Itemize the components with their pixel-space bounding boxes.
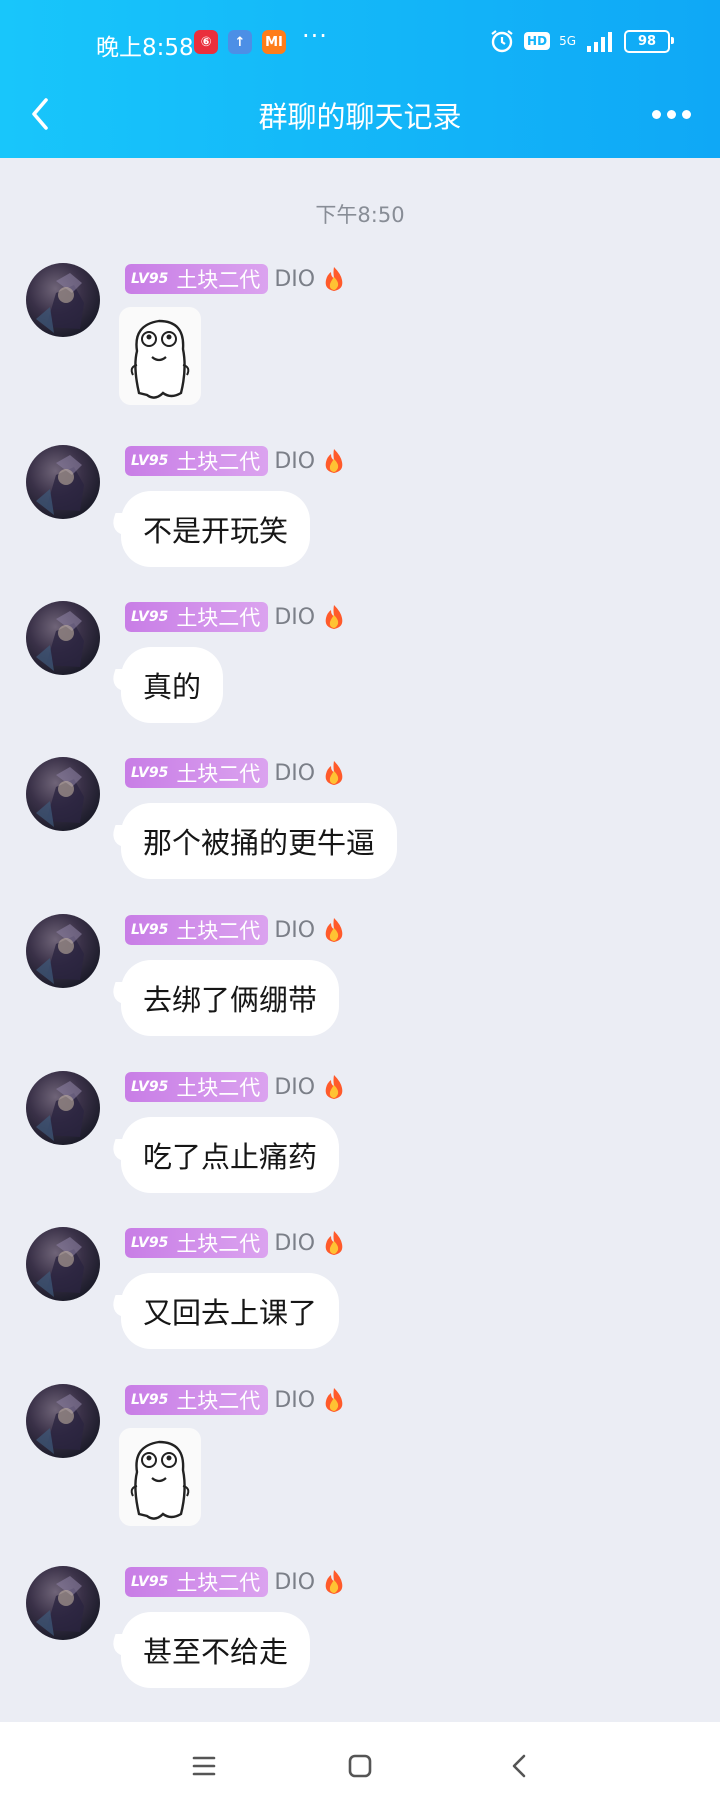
hd-icon: HD (524, 32, 551, 50)
dot-icon (682, 109, 691, 119)
badge-title: 土块二代 (176, 450, 261, 474)
avatar[interactable] (26, 601, 100, 675)
member-badge: LV95 土块二代 (125, 1567, 269, 1597)
member-badge: LV95 土块二代 (125, 264, 269, 294)
badge-title: 土块二代 (176, 606, 261, 630)
alarm-icon (491, 30, 513, 53)
dot-icon (667, 109, 676, 119)
sender-name[interactable]: DIO (274, 449, 315, 474)
status-indicators: HD 5G 98 (489, 28, 674, 54)
avatar[interactable] (26, 1071, 100, 1145)
badge-level: LV95 (131, 271, 169, 287)
sender-name[interactable]: DIO (274, 918, 315, 943)
avatar[interactable] (26, 263, 100, 337)
upload-icon: ↑ (228, 30, 252, 54)
badge-level: LV95 (131, 453, 169, 469)
back-icon[interactable] (502, 1748, 538, 1784)
system-nav-bar (0, 1722, 720, 1809)
sender-name[interactable]: DIO (274, 605, 315, 630)
sticker-image[interactable] (119, 1428, 201, 1526)
status-app-icons: ⑥ ↑ MI (194, 30, 286, 54)
message-bubble[interactable]: 真的 (121, 647, 224, 723)
member-badge: LV95 土块二代 (125, 602, 269, 632)
flame-icon (321, 1568, 347, 1596)
header: 晚上8:58 ⑥ ↑ MI ··· HD 5G 98 群聊的聊天记录 (0, 0, 720, 158)
sender-name[interactable]: DIO (274, 1570, 315, 1595)
flame-icon (321, 447, 347, 475)
sender-info: LV95 土块二代 DIO (125, 1227, 347, 1259)
flame-icon (321, 759, 347, 787)
member-badge: LV95 土块二代 (125, 1072, 269, 1102)
xiaomi-icon: MI (262, 30, 286, 54)
avatar[interactable] (26, 1227, 100, 1301)
page-title: 群聊的聊天记录 (258, 100, 462, 134)
sender-name[interactable]: DIO (274, 1075, 315, 1100)
badge-title: 土块二代 (176, 1571, 261, 1595)
sender-info: LV95 土块二代 DIO (125, 1071, 347, 1103)
battery-icon: 98 (624, 29, 674, 53)
flame-icon (321, 603, 347, 631)
sender-name[interactable]: DIO (274, 761, 315, 786)
chat-timestamp: 下午8:50 (315, 203, 405, 227)
avatar[interactable] (26, 1566, 100, 1640)
sender-info: LV95 土块二代 DIO (125, 445, 347, 477)
flame-icon (321, 1386, 347, 1414)
nav-bar: 群聊的聊天记录 (0, 84, 720, 158)
sender-info: LV95 土块二代 DIO (125, 914, 347, 946)
avatar[interactable] (26, 757, 100, 831)
badge-level: LV95 (131, 765, 169, 781)
sender-name[interactable]: DIO (274, 267, 315, 292)
member-badge: LV95 土块二代 (125, 446, 269, 476)
sender-info: LV95 土块二代 DIO (125, 1566, 347, 1598)
badge-level: LV95 (131, 1574, 169, 1590)
badge-title: 土块二代 (176, 268, 261, 292)
signal-icon (587, 32, 612, 52)
member-badge: LV95 土块二代 (125, 915, 269, 945)
message-bubble[interactable]: 那个被捅的更牛逼 (121, 803, 398, 879)
status-time: 晚上8:58 (96, 35, 194, 61)
badge-level: LV95 (131, 1235, 169, 1251)
flame-icon (321, 1073, 347, 1101)
sender-info: LV95 土块二代 DIO (125, 1384, 347, 1416)
network-type: 5G (559, 34, 576, 48)
dot-icon (652, 109, 661, 119)
sender-info: LV95 土块二代 DIO (125, 601, 347, 633)
avatar[interactable] (26, 914, 100, 988)
badge-title: 土块二代 (176, 919, 261, 943)
member-badge: LV95 土块二代 (125, 1228, 269, 1258)
sender-name[interactable]: DIO (274, 1231, 315, 1256)
more-options-button[interactable] (652, 104, 696, 124)
message-bubble[interactable]: 又回去上课了 (121, 1273, 340, 1349)
badge-title: 土块二代 (176, 1389, 261, 1413)
badge-title: 土块二代 (176, 762, 261, 786)
flame-icon (321, 1229, 347, 1257)
home-icon[interactable] (342, 1748, 378, 1784)
badge-level: LV95 (131, 609, 169, 625)
badge-level: LV95 (131, 922, 169, 938)
badge-title: 土块二代 (176, 1232, 261, 1256)
sender-info: LV95 土块二代 DIO (125, 757, 347, 789)
sender-info: LV95 土块二代 DIO (125, 263, 347, 295)
flame-icon (321, 916, 347, 944)
member-badge: LV95 土块二代 (125, 1385, 269, 1415)
avatar[interactable] (26, 1384, 100, 1458)
message-bubble[interactable]: 甚至不给走 (121, 1612, 311, 1688)
badge-level: LV95 (131, 1079, 169, 1095)
netease-music-icon: ⑥ (194, 30, 218, 54)
sender-name[interactable]: DIO (274, 1388, 315, 1413)
menu-icon[interactable] (186, 1748, 222, 1784)
badge-title: 土块二代 (176, 1076, 261, 1100)
message-bubble[interactable]: 去绑了俩绷带 (121, 960, 340, 1036)
message-bubble[interactable]: 不是开玩笑 (121, 491, 311, 567)
status-bar: 晚上8:58 ⑥ ↑ MI ··· HD 5G 98 (0, 0, 720, 84)
avatar[interactable] (26, 445, 100, 519)
more-notifications-icon: ··· (302, 22, 328, 50)
message-bubble[interactable]: 吃了点止痛药 (121, 1117, 340, 1193)
sticker-image[interactable] (119, 307, 201, 405)
flame-icon (321, 265, 347, 293)
member-badge: LV95 土块二代 (125, 758, 269, 788)
badge-level: LV95 (131, 1392, 169, 1408)
